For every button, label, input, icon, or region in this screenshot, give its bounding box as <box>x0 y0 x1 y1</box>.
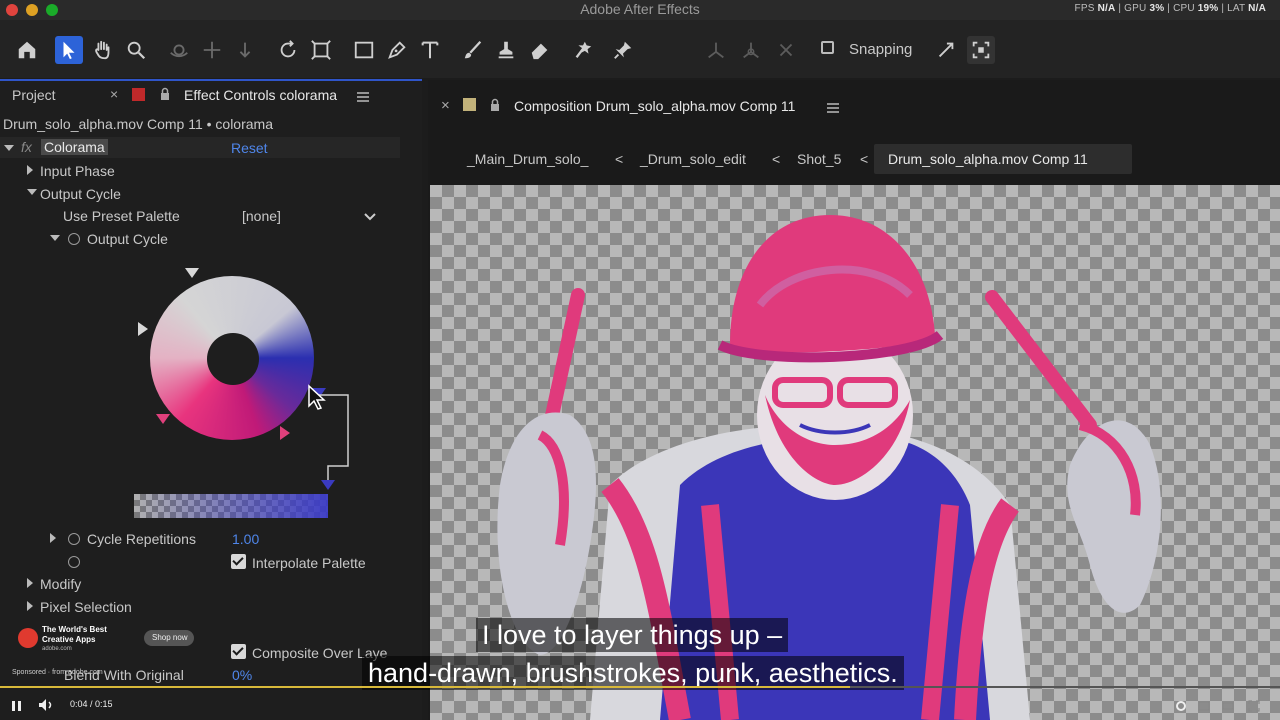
title-bar: Adobe After Effects FPS N/A | GPU 3% | C… <box>0 0 1280 20</box>
effect-name[interactable]: Colorama <box>41 139 108 155</box>
pan-camera-icon[interactable] <box>198 36 226 64</box>
output-cycle-label: Output Cycle <box>87 231 168 247</box>
wheel-marker-icon[interactable] <box>280 426 290 440</box>
zoom-tool-icon[interactable] <box>122 36 150 64</box>
label-color-swatch[interactable] <box>463 98 476 111</box>
stopwatch-icon[interactable] <box>68 533 80 545</box>
hand-tool-icon[interactable] <box>89 36 117 64</box>
ad-title: The World's Best Creative Apps <box>42 625 107 644</box>
preset-palette-dropdown[interactable]: [none] <box>236 206 386 228</box>
modify-label[interactable]: Modify <box>40 576 81 592</box>
expand-modify-icon[interactable] <box>27 578 33 588</box>
roto-brush-icon[interactable] <box>569 36 597 64</box>
subtitle-line: I love to layer things up – <box>476 618 789 652</box>
selection-tool-icon[interactable] <box>55 36 83 64</box>
snapping-label: Snapping <box>849 41 913 58</box>
rotate-tool-icon[interactable] <box>274 36 302 64</box>
shop-now-button[interactable]: Shop now <box>144 630 194 646</box>
expand-effect-icon[interactable] <box>4 145 14 151</box>
settings-icon[interactable] <box>1175 699 1187 711</box>
puppet-pin-icon[interactable] <box>609 36 637 64</box>
interpolate-palette-checkbox[interactable] <box>231 554 246 569</box>
label-color-swatch[interactable] <box>132 88 145 101</box>
adobe-logo-icon <box>18 628 38 648</box>
pixel-selection-label[interactable]: Pixel Selection <box>40 599 132 615</box>
composition-title[interactable]: Composition Drum_solo_alpha.mov Comp 11 <box>514 98 795 114</box>
rectangle-tool-icon[interactable] <box>350 36 378 64</box>
video-time: 0:04 / 0:15 <box>70 699 113 709</box>
gradient-marker-icon[interactable] <box>321 480 335 490</box>
wheel-marker-icon[interactable] <box>156 414 170 424</box>
workspace-icon[interactable] <box>967 36 995 64</box>
tab-effect-controls[interactable]: Effect Controls colorama <box>184 87 337 103</box>
pause-icon[interactable] <box>11 699 23 711</box>
axis-view-icon[interactable] <box>772 36 800 64</box>
stopwatch-icon[interactable] <box>68 233 80 245</box>
sponsored-ad[interactable]: The World's Best Creative Apps adobe.com… <box>12 622 202 662</box>
axis-local-icon[interactable] <box>702 36 730 64</box>
type-tool-icon[interactable] <box>416 36 444 64</box>
clone-stamp-icon[interactable] <box>492 36 520 64</box>
collapse-output-cycle-icon[interactable] <box>50 235 60 241</box>
close-icon[interactable]: × <box>441 97 450 114</box>
axis-world-icon[interactable] <box>737 36 765 64</box>
eraser-tool-icon[interactable] <box>526 36 554 64</box>
fx-icon[interactable]: fx <box>21 139 32 155</box>
input-phase-label[interactable]: Input Phase <box>40 163 115 179</box>
theater-mode-icon[interactable] <box>1222 699 1234 711</box>
breadcrumb-item[interactable]: Shot_5 <box>797 151 841 167</box>
pen-tool-icon[interactable] <box>383 36 411 64</box>
expand-pixel-selection-icon[interactable] <box>27 601 33 611</box>
panel-focus-border <box>0 79 422 81</box>
snap-options-icon[interactable] <box>932 36 960 64</box>
breadcrumb-item[interactable]: _Main_Drum_solo_ <box>467 151 588 167</box>
chevron-left-icon: < <box>772 151 781 167</box>
reset-button[interactable]: Reset <box>231 140 268 156</box>
volume-icon[interactable] <box>38 698 54 712</box>
chevron-left-icon: < <box>860 151 869 167</box>
miniplayer-icon[interactable] <box>1198 699 1210 711</box>
mouse-cursor-icon <box>308 384 326 410</box>
cycle-repetitions-value[interactable]: 1.00 <box>232 531 259 547</box>
expand-input-phase-icon[interactable] <box>27 165 33 175</box>
subtitle-line: hand-drawn, brushstrokes, punk, aestheti… <box>362 656 904 690</box>
close-icon[interactable]: × <box>110 86 118 102</box>
breadcrumb-item[interactable]: _Drum_solo_edit <box>640 151 746 167</box>
composite-over-layer-checkbox[interactable] <box>231 644 246 659</box>
home-icon[interactable] <box>13 36 41 64</box>
brush-tool-icon[interactable] <box>459 36 487 64</box>
lock-icon[interactable] <box>490 98 500 111</box>
wheel-center <box>207 333 259 385</box>
stopwatch-icon[interactable] <box>68 556 80 568</box>
expand-cycle-repetitions-icon[interactable] <box>50 533 56 543</box>
output-cycle-group-label[interactable]: Output Cycle <box>40 186 121 202</box>
ad-sponsored-label: Sponsored · from adobe.com <box>12 669 103 676</box>
performance-readout: FPS N/A | GPU 3% | CPU 19% | LAT N/A <box>1074 3 1266 14</box>
use-preset-palette-label: Use Preset Palette <box>63 208 180 224</box>
interpolate-palette-label: Interpolate Palette <box>252 555 366 571</box>
orbit-camera-icon[interactable] <box>165 36 193 64</box>
tab-project[interactable]: Project <box>12 87 56 103</box>
ad-domain: adobe.com <box>42 646 72 652</box>
gradient-preview-bar <box>134 494 328 518</box>
layer-title: Drum_solo_alpha.mov Comp 11 • colorama <box>3 116 273 132</box>
chevron-down-icon <box>364 213 376 221</box>
breadcrumb-item[interactable]: Drum_solo_alpha.mov Comp 11 <box>888 151 1088 167</box>
wheel-marker-icon[interactable] <box>185 268 199 278</box>
snapping-checkbox[interactable] <box>821 41 834 54</box>
video-progress-fill <box>0 686 850 688</box>
camera-behind-icon[interactable] <box>307 36 335 64</box>
fullscreen-icon[interactable] <box>1248 699 1260 712</box>
dolly-camera-icon[interactable] <box>231 36 259 64</box>
chevron-left-icon: < <box>615 151 624 167</box>
cycle-repetitions-label: Cycle Repetitions <box>87 531 196 547</box>
blend-with-original-value[interactable]: 0% <box>232 667 252 683</box>
panel-menu-icon[interactable] <box>357 89 369 102</box>
wheel-marker-icon[interactable] <box>138 322 148 336</box>
collapse-output-cycle-icon[interactable] <box>27 189 37 195</box>
lock-icon[interactable] <box>160 87 170 100</box>
panel-menu-icon[interactable] <box>827 100 839 113</box>
